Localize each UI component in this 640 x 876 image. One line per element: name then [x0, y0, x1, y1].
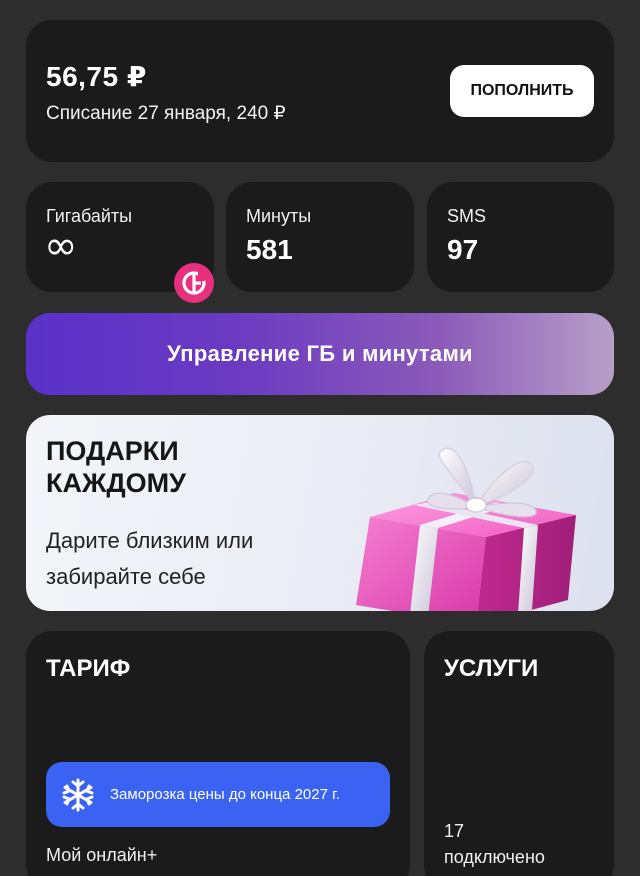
g-coin-icon[interactable] — [174, 263, 214, 303]
balance-card[interactable]: 56,75 ₽ Списание 27 января, 240 ₽ пополн… — [26, 20, 614, 162]
sms-label: SMS — [447, 206, 487, 226]
balance-amount: 56,75 ₽ — [46, 61, 147, 92]
price-freeze-chip[interactable]: Заморозка цены до конца 2027 г. — [46, 762, 390, 827]
snowflake-icon — [62, 778, 94, 811]
services-count-label: подключено — [444, 847, 545, 867]
services-count-block: 17 подключено — [444, 818, 545, 870]
services-heading: УСЛУГИ — [444, 655, 539, 682]
price-freeze-text: Заморозка цены до конца 2027 г. — [110, 785, 340, 803]
services-count: 17 — [444, 821, 465, 841]
tariff-card[interactable]: ТАРИФ Заморозка цены до конца 2027 г. Мо… — [26, 631, 410, 876]
gift-banner[interactable]: ПОДАРКИ КАЖДОМУ Дарите близким или забир… — [26, 415, 614, 611]
minutes-value: 581 — [246, 234, 293, 265]
sms-card[interactable]: SMS 97 — [427, 182, 614, 292]
minutes-card[interactable]: Минуты 581 — [226, 182, 414, 292]
manage-gb-minutes-button[interactable]: Управление ГБ и минутами — [26, 313, 614, 395]
gift-box-icon — [356, 447, 576, 611]
tariff-name: Мой онлайн+ — [46, 845, 158, 865]
topup-button[interactable]: пополнить — [450, 65, 594, 117]
gigabytes-value: ∞ — [44, 223, 78, 269]
gift-banner-subtitle: Дарите близким или забирайте себе — [46, 528, 254, 589]
g-coin-glyph — [182, 271, 206, 295]
minutes-label: Минуты — [246, 206, 312, 226]
sms-value: 97 — [447, 234, 479, 265]
screen: 56,75 ₽ Списание 27 января, 240 ₽ пополн… — [0, 0, 640, 876]
tariff-heading: ТАРИФ — [46, 655, 131, 682]
services-card[interactable]: УСЛУГИ 17 подключено — [424, 631, 614, 876]
next-charge-text: Списание 27 января, 240 ₽ — [46, 103, 286, 124]
gift-banner-title: ПОДАРКИ КАЖДОМУ — [46, 436, 186, 498]
